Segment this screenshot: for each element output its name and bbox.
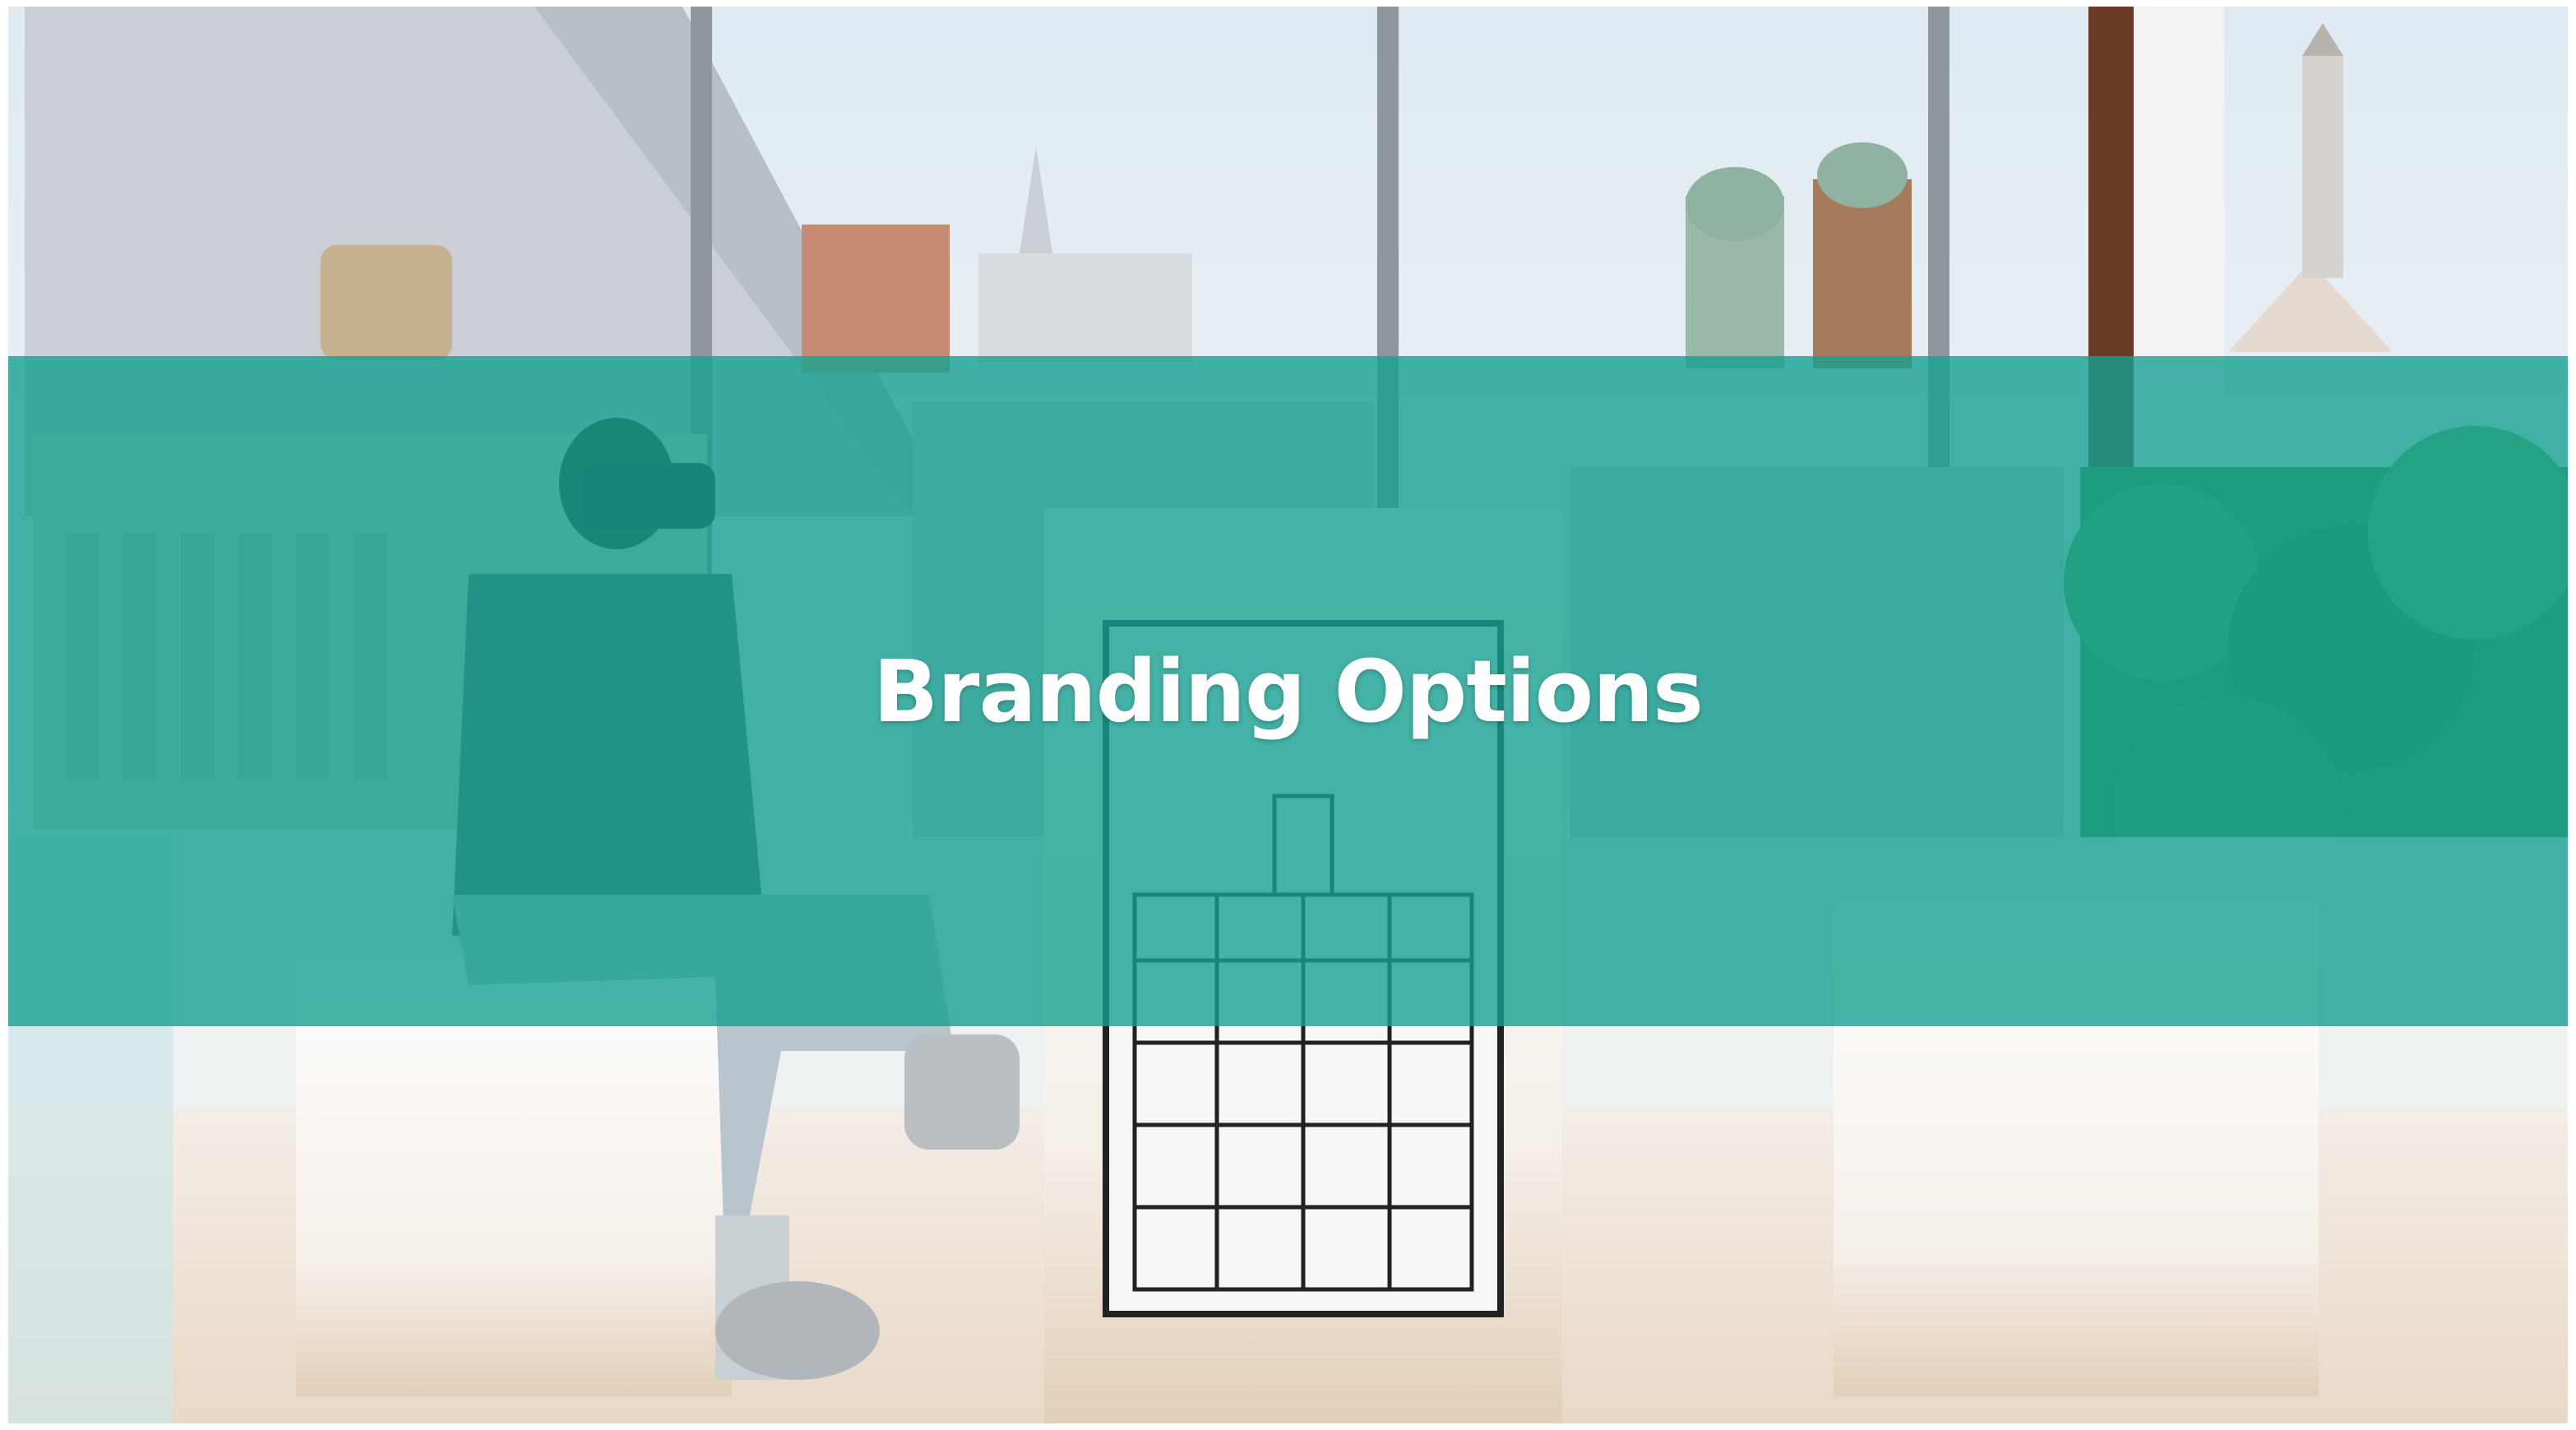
tower <box>802 224 950 373</box>
slide: Branding Options <box>8 7 2568 1423</box>
slide-title: Branding Options <box>872 641 1704 742</box>
